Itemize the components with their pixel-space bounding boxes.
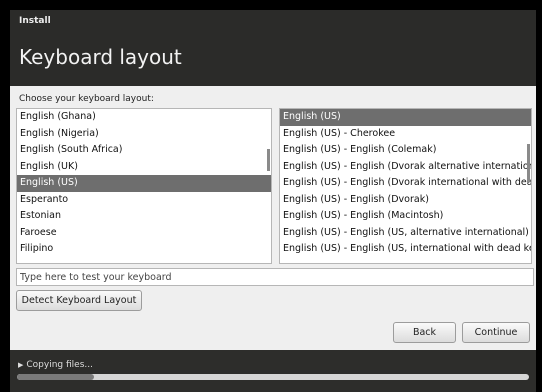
back-button[interactable]: Back (393, 322, 456, 343)
layout-list-item[interactable]: Estonian (17, 208, 271, 225)
layout-list-item[interactable]: English (Ghana) (17, 109, 271, 126)
variant-list-item[interactable]: English (US) - English (US, alternative … (280, 225, 531, 242)
variant-list-item[interactable]: English (US) - English (Dvorak internati… (280, 175, 531, 192)
layout-list-scrollbar[interactable] (267, 149, 270, 171)
progress-status: ▶ Copying files... (18, 360, 93, 370)
progress-footer: ▶ Copying files... (10, 350, 536, 392)
page-title: Keyboard layout (19, 45, 182, 69)
variant-list-item[interactable]: English (US) (280, 109, 531, 126)
continue-button[interactable]: Continue (462, 322, 530, 343)
variant-list-scrollbar[interactable] (527, 144, 530, 182)
header: Install Keyboard layout (10, 10, 536, 86)
expand-arrow-icon[interactable]: ▶ (18, 361, 23, 369)
variant-list-item[interactable]: English (US) - English (Dvorak alternati… (280, 159, 531, 176)
detect-keyboard-button[interactable]: Detect Keyboard Layout (16, 290, 142, 311)
variant-list-item[interactable]: English (US) - English (Colemak) (280, 142, 531, 159)
layout-list-item[interactable]: English (US) (17, 175, 271, 192)
keyboard-test-input[interactable] (16, 268, 534, 286)
layout-prompt: Choose your keyboard layout: (19, 94, 154, 104)
layout-list-item[interactable]: Faroese (17, 225, 271, 242)
layout-list[interactable]: English (Ghana) English (Nigeria) English … (16, 108, 272, 264)
layout-list-item[interactable]: English (South Africa) (17, 142, 271, 159)
layout-list-item[interactable]: Filipino (17, 241, 271, 258)
variant-list-item[interactable]: English (US) - English (Dvorak) (280, 192, 531, 209)
progress-bar (17, 374, 529, 380)
progress-bar-fill (17, 374, 94, 380)
variant-list-item[interactable]: English (US) - English (US, internationa… (280, 241, 531, 258)
variant-list-item[interactable]: English (US) - English (Macintosh) (280, 208, 531, 225)
variant-list[interactable]: English (US) English (US) - Cherokee Engli… (279, 108, 532, 264)
layout-list-item[interactable]: English (UK) (17, 159, 271, 176)
window-title: Install (19, 16, 51, 26)
layout-list-item[interactable]: Esperanto (17, 192, 271, 209)
installer-window: Install Keyboard layout Choose your keyb… (10, 10, 536, 392)
progress-status-text: Copying files... (26, 360, 93, 370)
variant-list-item[interactable]: English (US) - Cherokee (280, 126, 531, 143)
content-area: Choose your keyboard layout: English (Gh… (10, 86, 536, 350)
layout-list-item[interactable]: English (Nigeria) (17, 126, 271, 143)
